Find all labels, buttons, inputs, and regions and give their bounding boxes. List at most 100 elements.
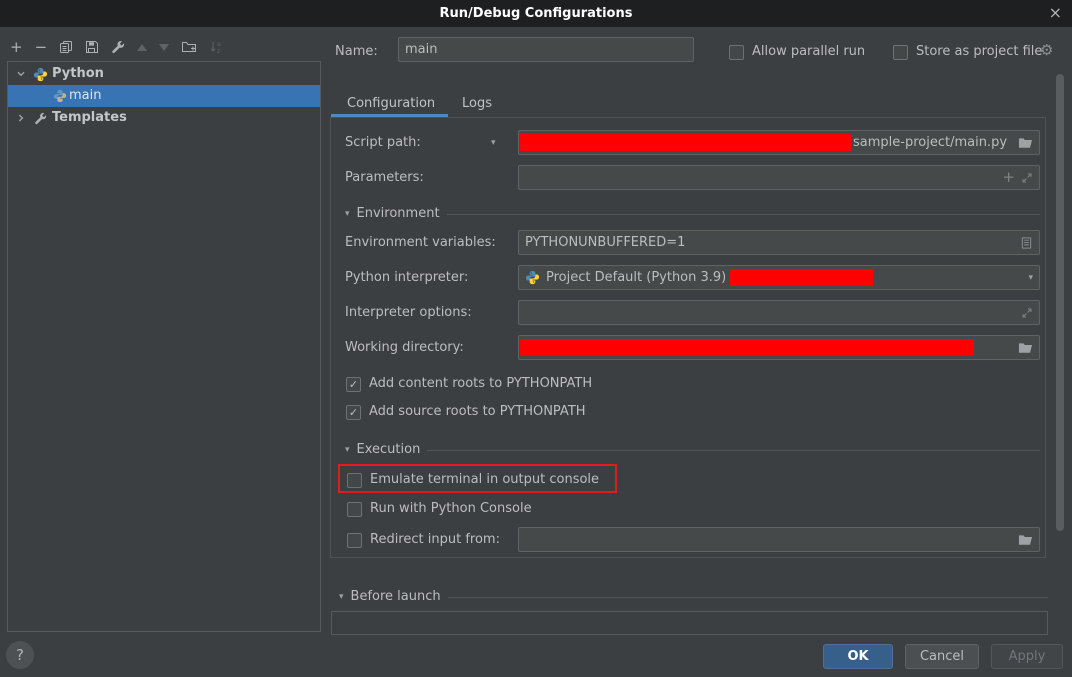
emulate-terminal-option[interactable]: Emulate terminal in output console — [347, 471, 599, 489]
redaction-block — [520, 134, 851, 151]
redirect-input-option[interactable]: Redirect input from: — [347, 531, 500, 549]
python-interpreter-value: Project Default (Python 3.9) — [546, 270, 726, 285]
dialog-title: Run/Debug Configurations — [440, 6, 633, 21]
tree-item-python[interactable]: Python — [8, 63, 320, 85]
chevron-down-icon[interactable] — [16, 69, 26, 79]
dialog-titlebar: Run/Debug Configurations — [0, 0, 1072, 27]
python-interpreter-label: Python interpreter: — [345, 269, 468, 287]
tree-item-templates[interactable]: Templates — [8, 107, 320, 129]
allow-parallel-run-label: Allow parallel run — [752, 43, 865, 61]
chevron-right-icon[interactable] — [16, 113, 26, 123]
environment-variables-label: Environment variables: — [345, 234, 496, 252]
checkmark-icon: ✓ — [349, 379, 358, 390]
redirect-input-label: Redirect input from: — [370, 531, 500, 549]
execution-section-header[interactable]: ▾ Execution — [345, 441, 1040, 459]
ok-button[interactable]: OK — [823, 644, 893, 669]
cancel-button[interactable]: Cancel — [905, 644, 979, 669]
remove-configuration-icon[interactable]: − — [35, 40, 48, 55]
add-configuration-icon[interactable]: + — [10, 40, 23, 55]
execution-section-label: Execution — [357, 441, 421, 459]
folder-icon[interactable] — [1018, 342, 1033, 354]
script-path-visible-text: sample-project/main.py — [853, 135, 1007, 150]
before-launch-section-header[interactable]: ▾ Before launch — [339, 588, 1048, 606]
tree-item-label: main — [69, 87, 101, 105]
folder-icon[interactable] — [1018, 534, 1033, 546]
script-path-field[interactable]: sample-project/main.py — [518, 130, 1040, 155]
interpreter-dropdown-icon[interactable]: ▾ — [1028, 273, 1033, 283]
add-content-roots-option[interactable]: ✓ Add content roots to PYTHONPATH — [346, 375, 592, 393]
add-source-roots-option[interactable]: ✓ Add source roots to PYTHONPATH — [346, 403, 586, 421]
vertical-scrollbar[interactable] — [1056, 74, 1064, 531]
script-path-label: Script path: — [345, 134, 421, 152]
expand-field-icon[interactable] — [1021, 307, 1033, 319]
checkmark-icon: ✓ — [349, 407, 358, 418]
add-source-roots-checkbox[interactable]: ✓ — [346, 405, 361, 420]
redaction-block — [520, 339, 974, 356]
move-down-icon[interactable] — [159, 44, 169, 51]
move-up-icon[interactable] — [137, 44, 147, 51]
help-icon[interactable]: ? — [6, 641, 34, 669]
run-with-python-console-checkbox[interactable] — [347, 502, 362, 517]
redirect-input-field[interactable] — [518, 527, 1040, 552]
macros-plus-icon[interactable]: + — [1002, 170, 1015, 185]
interpreter-options-label: Interpreter options: — [345, 304, 472, 322]
run-with-python-console-option[interactable]: Run with Python Console — [347, 500, 532, 518]
environment-section-header[interactable]: ▾ Environment — [345, 205, 1040, 223]
tab-logs[interactable]: Logs — [462, 96, 492, 111]
tab-logs-label: Logs — [462, 96, 492, 111]
save-configuration-icon[interactable] — [85, 40, 99, 54]
tree-item-label: Templates — [52, 109, 127, 127]
before-launch-task-list[interactable] — [331, 611, 1048, 635]
redaction-block — [730, 269, 873, 286]
parameters-field[interactable]: + — [518, 165, 1040, 190]
store-as-project-file-option[interactable]: Store as project file — [893, 43, 1042, 61]
section-divider — [447, 214, 1040, 215]
new-folder-icon[interactable] — [181, 40, 197, 54]
working-directory-label: Working directory: — [345, 339, 464, 357]
parameters-label: Parameters: — [345, 169, 424, 187]
name-label: Name: — [335, 43, 378, 61]
emulate-terminal-checkbox[interactable] — [347, 473, 362, 488]
configurations-tree-panel: Python main Templates — [7, 61, 321, 632]
tree-item-main-selected[interactable]: main — [8, 85, 320, 107]
run-debug-configurations-dialog: Run/Debug Configurations × + − a z — [0, 0, 1072, 677]
sort-alphabetically-icon[interactable]: a z — [209, 40, 223, 54]
script-path-dropdown-icon[interactable]: ▾ — [491, 138, 496, 148]
edit-variables-list-icon[interactable] — [1020, 236, 1033, 250]
run-with-python-console-label: Run with Python Console — [370, 500, 532, 518]
store-as-project-file-label: Store as project file — [916, 43, 1042, 61]
emulate-terminal-label: Emulate terminal in output console — [370, 471, 599, 489]
interpreter-options-field[interactable] — [518, 300, 1040, 325]
allow-parallel-run-option[interactable]: Allow parallel run — [729, 43, 865, 61]
section-divider — [448, 597, 1048, 598]
templates-wrench-icon — [34, 112, 47, 125]
python-interpreter-combobox[interactable]: Project Default (Python 3.9) ▾ — [518, 265, 1040, 290]
apply-button[interactable]: Apply — [991, 644, 1063, 669]
environment-variables-value: PYTHONUNBUFFERED=1 — [525, 235, 685, 250]
redirect-input-checkbox[interactable] — [347, 533, 362, 548]
section-collapse-icon[interactable]: ▾ — [345, 210, 350, 219]
working-directory-field[interactable] — [518, 335, 1040, 360]
add-source-roots-label: Add source roots to PYTHONPATH — [369, 403, 586, 421]
folder-icon[interactable] — [1018, 137, 1033, 149]
python-icon — [525, 270, 540, 285]
add-content-roots-checkbox[interactable]: ✓ — [346, 377, 361, 392]
python-script-icon — [53, 89, 67, 103]
section-divider — [427, 450, 1040, 451]
section-collapse-icon[interactable]: ▾ — [345, 446, 350, 455]
python-icon — [33, 67, 48, 82]
store-as-project-file-checkbox[interactable] — [893, 45, 908, 60]
expand-field-icon[interactable] — [1021, 172, 1033, 184]
tab-configuration-label: Configuration — [347, 96, 435, 111]
gear-icon[interactable]: ⚙ — [1040, 41, 1053, 59]
section-collapse-icon[interactable]: ▾ — [339, 593, 344, 602]
allow-parallel-run-checkbox[interactable] — [729, 45, 744, 60]
copy-configuration-icon[interactable] — [59, 40, 73, 54]
name-input[interactable] — [398, 37, 694, 62]
environment-variables-field[interactable]: PYTHONUNBUFFERED=1 — [518, 230, 1040, 255]
add-content-roots-label: Add content roots to PYTHONPATH — [369, 375, 592, 393]
edit-templates-wrench-icon[interactable] — [111, 40, 125, 54]
environment-section-label: Environment — [357, 205, 440, 223]
close-icon[interactable]: × — [1049, 3, 1062, 23]
tab-configuration[interactable]: Configuration — [347, 96, 435, 111]
